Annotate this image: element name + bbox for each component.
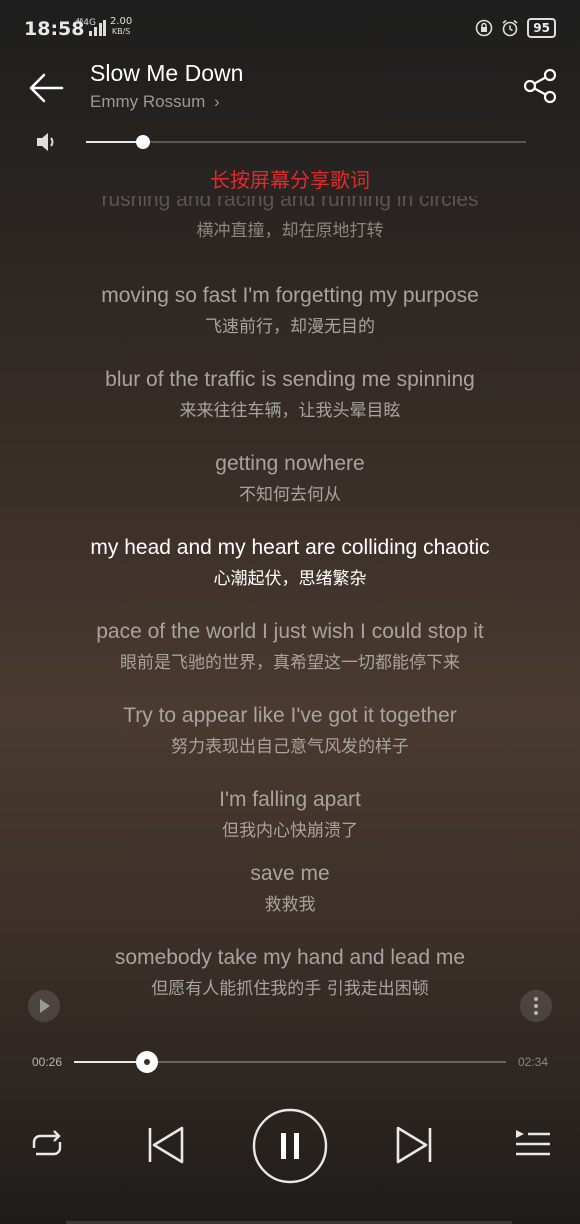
lyric-text-zh: 努力表现出自己意气风发的样子 [171,737,409,757]
progress-slider[interactable] [74,1051,506,1073]
lyric-text-en: Try to appear like I've got it together [123,704,457,727]
lyric-line[interactable]: I'm falling apart 但我内心快崩溃了 [0,788,580,841]
lock-rotation-icon [475,19,493,37]
volume-slider-fill [86,141,144,143]
volume-slider-knob[interactable] [136,135,151,149]
status-bar: 18:58 ⁴⁶4G 2.00 KB/S 95 [0,0,580,58]
previous-track-icon[interactable] [142,1122,188,1168]
lyric-line[interactable]: Try to appear like I've got it together 努… [0,704,580,757]
lyric-text-zh: 不知何去何从 [239,485,341,505]
speed-unit: KB/S [111,27,131,36]
lyric-line[interactable]: somebody take my hand and lead me 但愿有人能抓住… [0,946,580,996]
lyric-text-en: moving so fast I'm forgetting my purpose [101,284,479,307]
lyric-text-zh: 横冲直撞，却在原地打转 [196,221,384,241]
signal-icon [89,20,106,36]
chevron-right-icon: › [213,92,220,111]
lyric-text-zh: 眼前是飞驰的世界，真希望这一切都能停下来 [120,653,460,673]
artist-link[interactable]: Emmy Rossum › [90,92,220,112]
playback-progress: 00:26 02:34 [0,1046,580,1078]
repeat-icon[interactable] [26,1124,68,1166]
share-icon[interactable] [520,66,560,106]
lyric-text-en: pace of the world I just wish I could st… [96,620,484,643]
lyric-text-zh: 心潮起伏，思绪繁杂 [213,569,367,589]
progress-slider-knob[interactable] [136,1051,158,1073]
battery-icon: 95 [527,18,556,38]
lyric-text-en: somebody take my hand and lead me [114,946,466,969]
lyric-text-en: my head and my heart are colliding chaot… [90,536,490,559]
back-arrow-icon[interactable] [24,66,68,110]
elapsed-time: 00:26 [32,1055,63,1069]
lyric-text-en: getting nowhere [215,452,365,475]
total-time: 02:34 [517,1055,548,1069]
lyric-line-current[interactable]: my head and my heart are colliding chaot… [0,536,580,589]
share-lyrics-hint: 长按屏幕分享歌词 [210,168,370,192]
playback-controls [0,1104,580,1188]
lyric-line[interactable]: save me 救救我 [0,862,580,915]
lyric-text-zh: 救救我 [264,895,316,915]
more-vertical-icon [534,997,538,1015]
lyric-line[interactable]: blur of the traffic is sending me spinni… [0,368,580,421]
artist-name: Emmy Rossum [90,92,206,111]
lyric-text-en: rushing and racing and running in circle… [101,196,479,211]
lyric-line[interactable]: pace of the world I just wish I could st… [0,620,580,673]
lyrics-panel[interactable]: rushing and racing and running in circle… [0,196,580,996]
player-header: Slow Me Down Emmy Rossum › [0,58,580,122]
play-small-icon [40,999,50,1013]
lyric-text-en: blur of the traffic is sending me spinni… [105,368,475,391]
more-options-button[interactable] [520,990,552,1022]
lyric-text-en: I'm falling apart [219,788,361,811]
lyric-text-zh: 但我内心快崩溃了 [222,821,358,841]
volume-control [0,124,580,160]
volume-slider[interactable] [86,135,526,149]
lyric-text-zh: 来来往往车辆，让我头晕目眩 [179,401,401,421]
speed-value: 2.00 [110,16,133,27]
lyric-text-zh: 但愿有人能抓住我的手 引我走出困顿 [151,979,429,996]
pause-button[interactable] [252,1108,328,1184]
lyric-line[interactable]: moving so fast I'm forgetting my purpose… [0,284,580,337]
lyric-text-zh: 飞速前行，却漫无目的 [205,317,375,337]
lyric-text-en: save me [250,862,330,885]
next-track-icon[interactable] [392,1122,438,1168]
volume-icon[interactable] [34,130,60,154]
network-speed: 2.00 KB/S [110,17,132,37]
alarm-icon [502,19,518,37]
playlist-icon[interactable] [512,1126,552,1162]
lyric-line[interactable]: rushing and racing and running in circle… [0,196,580,241]
status-icons: 95 [475,18,556,38]
mv-play-button[interactable] [28,990,60,1022]
song-title: Slow Me Down [90,60,244,86]
lyric-line[interactable]: getting nowhere 不知何去何从 [0,452,580,505]
